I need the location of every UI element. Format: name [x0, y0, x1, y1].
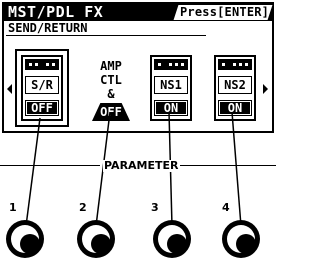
- triangle-right-icon[interactable]: [263, 84, 268, 94]
- parameter-rule-left: [0, 165, 100, 166]
- pedal-send-return[interactable]: S/R OFF: [21, 55, 63, 121]
- knob-number-2: 2: [79, 201, 87, 214]
- parameter-knob-3[interactable]: [153, 220, 191, 258]
- pedal-name: NS1: [154, 76, 188, 94]
- screen-title: MST/PDL FX: [8, 3, 104, 21]
- parameter-label: PARAMETER: [103, 159, 180, 172]
- pedal-icon-top: [25, 59, 59, 70]
- press-enter-hint: Press[ENTER]: [180, 5, 270, 19]
- pedal-state: ON: [218, 100, 252, 116]
- parameter-knob-1[interactable]: [6, 220, 44, 258]
- pedal-icon-top: [218, 59, 252, 70]
- pedal-icon-top: [154, 59, 188, 70]
- pedal-ns1[interactable]: NS1 ON: [150, 55, 192, 121]
- pedal-state: OFF: [25, 100, 59, 116]
- knob-number-3: 3: [151, 201, 159, 214]
- pedal-ns2[interactable]: NS2 ON: [214, 55, 256, 121]
- subtitle-divider: [6, 35, 206, 36]
- amp-ctl-line-3: &: [107, 87, 115, 101]
- parameter-rule-right: [180, 165, 276, 166]
- knob-number-4: 4: [222, 201, 230, 214]
- lcd-screen: MST/PDL FX Press[ENTER] SEND/RETURN S/R …: [2, 2, 274, 133]
- amp-ctl-line-2: CTL: [100, 73, 122, 87]
- pedal-name: NS2: [218, 76, 252, 94]
- parameter-knob-2[interactable]: [77, 220, 115, 258]
- knob-number-1: 1: [9, 201, 17, 214]
- amp-ctl-line-1: AMP: [100, 59, 122, 73]
- leader-line-1: [25, 117, 41, 227]
- page-subtitle: SEND/RETURN: [8, 21, 88, 35]
- triangle-left-icon[interactable]: [7, 84, 12, 94]
- pedal-name: S/R: [25, 76, 59, 94]
- amp-ctl-state: OFF: [100, 105, 122, 119]
- pedal-state: ON: [154, 100, 188, 116]
- parameter-knob-4[interactable]: [222, 220, 260, 258]
